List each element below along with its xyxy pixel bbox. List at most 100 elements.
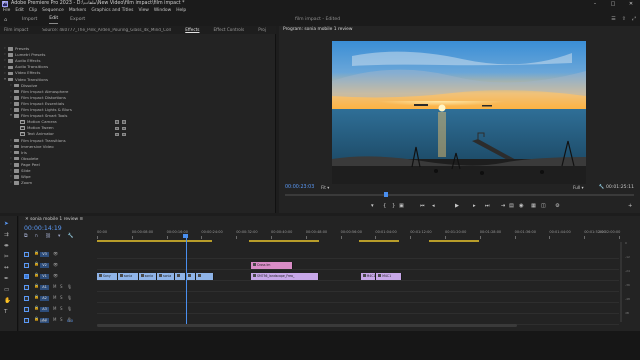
step-forward-icon[interactable]: ▸ bbox=[473, 203, 476, 209]
microphone-icon[interactable]: 🎙 bbox=[67, 295, 72, 300]
track-label[interactable]: V3 bbox=[40, 251, 49, 257]
menu-markers[interactable]: Markers bbox=[69, 8, 86, 13]
solo-button[interactable]: S bbox=[60, 306, 63, 311]
video-clip[interactable] bbox=[196, 272, 215, 280]
track-label[interactable]: V1 bbox=[40, 273, 49, 279]
workspaces-icon[interactable]: ☰ bbox=[611, 17, 615, 22]
menu-window[interactable]: Window bbox=[154, 8, 171, 13]
video-clip[interactable] bbox=[175, 272, 186, 280]
track-header-a1[interactable]: 🔒 A1 M S 🎙 bbox=[19, 283, 97, 291]
solo-button[interactable]: S bbox=[60, 295, 63, 300]
type-tool-icon[interactable]: T bbox=[4, 309, 7, 316]
track-label[interactable]: V2 bbox=[40, 262, 49, 268]
mute-button[interactable]: M bbox=[53, 284, 56, 289]
sequence-tab[interactable]: ✕ sonia mobile 1 review ≡ bbox=[25, 217, 83, 222]
track-area[interactable]: Cross Im Sony sonia sonia sonia SM756_landsca… bbox=[97, 242, 619, 325]
lock-icon[interactable]: 🔒 bbox=[34, 251, 39, 255]
share-icon[interactable]: ⇪ bbox=[622, 17, 626, 22]
add-button-icon[interactable]: + bbox=[628, 203, 632, 209]
go-to-out-icon[interactable]: ⏭ bbox=[485, 203, 490, 209]
program-tab[interactable]: Program: sonia mobile 1 review bbox=[283, 27, 352, 32]
hand-tool-icon[interactable]: ✋ bbox=[4, 298, 11, 305]
razor-tool-icon[interactable]: ✂ bbox=[4, 254, 9, 261]
mute-button[interactable]: M bbox=[53, 306, 56, 311]
video-clip[interactable] bbox=[185, 272, 197, 280]
track-header-v1[interactable]: 🔒 V1 👁 bbox=[19, 272, 97, 280]
source-patch-toggle[interactable] bbox=[24, 251, 29, 257]
timeline-playhead[interactable] bbox=[185, 236, 187, 326]
menu-sequence[interactable]: Sequence bbox=[42, 8, 64, 13]
quality-select[interactable]: Full ▾ bbox=[573, 185, 584, 190]
mark-in-icon[interactable]: { bbox=[383, 203, 386, 209]
video-clip[interactable]: M4C1 bbox=[376, 272, 403, 280]
slip-tool-icon[interactable]: ↔ bbox=[4, 265, 9, 272]
snap-icon[interactable]: ∩ bbox=[34, 234, 38, 240]
program-playhead[interactable] bbox=[384, 192, 389, 197]
track-label[interactable]: A3 bbox=[40, 306, 49, 312]
source-patch-toggle[interactable] bbox=[24, 295, 29, 301]
track-header-v2[interactable]: 🔒 V2 👁 bbox=[19, 261, 97, 269]
horizontal-scrollbar[interactable] bbox=[97, 324, 517, 327]
menu-view[interactable]: View bbox=[138, 8, 148, 13]
menu-graphics[interactable]: Graphics and Titles bbox=[91, 8, 133, 13]
insert-icon[interactable]: ⇥ bbox=[501, 203, 505, 209]
video-clip[interactable]: Sony bbox=[97, 272, 118, 280]
mute-button[interactable]: M bbox=[53, 295, 56, 300]
eye-icon[interactable]: 👁 bbox=[53, 273, 58, 278]
video-preview[interactable] bbox=[332, 41, 586, 184]
tab-source[interactable]: Source: 4k0777_The_Pink_Arden_Pouring_Gl… bbox=[42, 28, 171, 32]
microphone-icon[interactable]: 🎙 bbox=[67, 306, 72, 311]
close-button[interactable]: ✕ bbox=[622, 0, 640, 8]
menu-file[interactable]: File bbox=[3, 8, 10, 13]
linked-selection-icon[interactable]: ⛓ bbox=[45, 234, 51, 240]
track-header-a2[interactable]: 🔒 A2 M S 🎙 bbox=[19, 294, 97, 302]
video-clip[interactable]: SM756_landscape_Frea_ bbox=[250, 272, 319, 280]
source-patch-toggle[interactable] bbox=[24, 317, 29, 323]
wrench-icon[interactable]: 🔧 bbox=[67, 234, 73, 240]
eye-icon[interactable]: 👁 bbox=[53, 262, 58, 267]
master-value[interactable]: 0.0 bbox=[67, 319, 73, 323]
program-scrubber[interactable] bbox=[285, 194, 634, 196]
zoom-select[interactable]: Fit ▾ bbox=[321, 185, 329, 190]
lift-icon[interactable]: ▣ bbox=[399, 203, 404, 209]
menu-clip[interactable]: Clip bbox=[29, 8, 37, 13]
settings-icon[interactable]: ⚙ bbox=[555, 203, 560, 209]
track-header-v3[interactable]: 🔒 V3 👁 bbox=[19, 250, 97, 258]
lock-icon[interactable]: 🔒 bbox=[34, 262, 39, 266]
wrench-icon[interactable]: 🔧 bbox=[599, 185, 605, 190]
lock-icon[interactable]: 🔒 bbox=[34, 317, 39, 321]
ripple-edit-tool-icon[interactable]: ⇼ bbox=[4, 243, 9, 250]
play-icon[interactable]: ▶ bbox=[455, 203, 459, 209]
go-to-in-icon[interactable]: ⏮ bbox=[420, 203, 425, 209]
source-patch-toggle[interactable] bbox=[24, 273, 29, 279]
eye-icon[interactable]: 👁 bbox=[53, 251, 58, 256]
microphone-icon[interactable]: 🎙 bbox=[67, 284, 72, 289]
track-select-tool-icon[interactable]: ⇉ bbox=[4, 232, 9, 239]
track-label[interactable]: A2 bbox=[40, 295, 49, 301]
mute-button[interactable]: M bbox=[53, 317, 56, 322]
export-frame-icon[interactable]: ◉ bbox=[519, 203, 524, 209]
track-label[interactable]: A1 bbox=[40, 284, 49, 290]
tree-item[interactable]: › Zoom bbox=[0, 180, 276, 186]
track-header-a3[interactable]: 🔒 A3 M S 🎙 bbox=[19, 305, 97, 313]
track-header-a4[interactable]: 🔒 A4 M S 🎙 bbox=[19, 316, 97, 324]
menu-edit[interactable]: Edit bbox=[15, 8, 24, 13]
tab-effect-controls[interactable]: Effect Controls bbox=[213, 27, 244, 32]
timeline-timecode[interactable]: 00:00:14:19 bbox=[24, 225, 62, 232]
transition-clip[interactable]: Cross Im bbox=[250, 261, 293, 269]
nest-icon[interactable]: ⧉ bbox=[24, 234, 27, 240]
step-back-icon[interactable]: ◂ bbox=[432, 203, 435, 209]
source-patch-toggle[interactable] bbox=[24, 284, 29, 290]
pen-tool-icon[interactable]: ✒ bbox=[4, 276, 9, 283]
add-marker-icon[interactable]: ▾ bbox=[371, 203, 374, 209]
tab-effects[interactable]: Effects bbox=[185, 27, 199, 32]
rectangle-tool-icon[interactable]: ▭ bbox=[4, 287, 9, 294]
lock-icon[interactable]: 🔒 bbox=[34, 306, 39, 310]
video-clip[interactable]: sonia bbox=[117, 272, 139, 280]
multicam-icon[interactable]: ▦ bbox=[531, 203, 536, 209]
maximize-button[interactable]: □ bbox=[604, 0, 622, 8]
comparison-icon[interactable]: ◫ bbox=[541, 203, 546, 209]
video-clip[interactable]: M4C1 bbox=[360, 272, 377, 280]
tab-project[interactable]: Film impact bbox=[4, 27, 28, 32]
mark-out-icon[interactable]: } bbox=[392, 203, 395, 209]
